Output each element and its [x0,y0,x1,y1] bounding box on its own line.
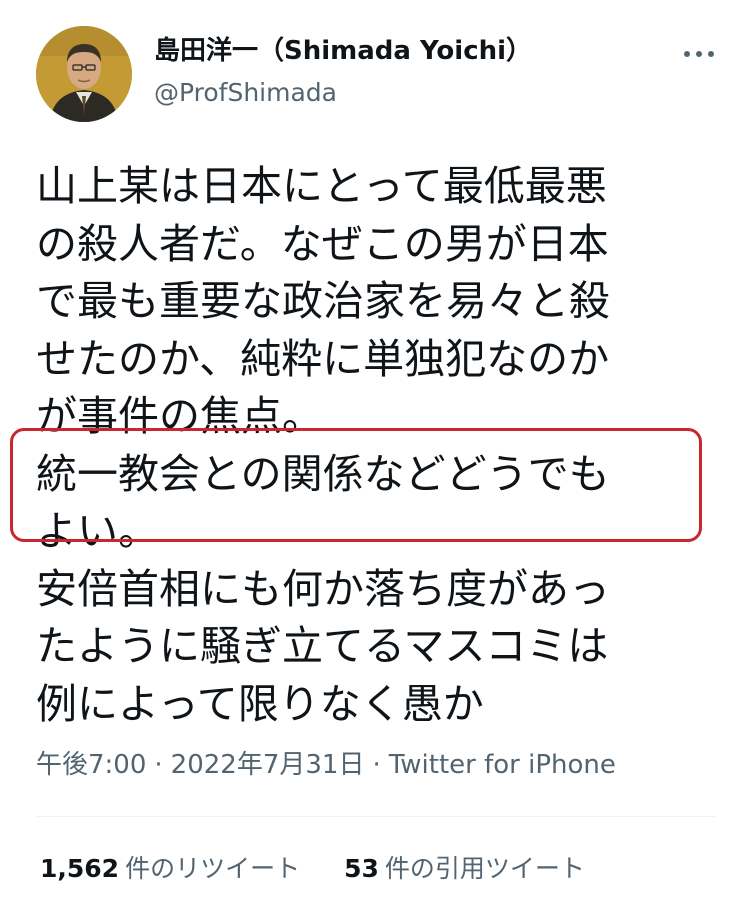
tweet-time[interactable]: 午後7:00 [36,750,146,780]
tweet-text-line: 安倍首相にも何か落ち度があっ [36,564,610,613]
tweet-text-line: せたのか、純粋に単独犯なのか [36,334,610,383]
tweet-text-line: で最も重要な政治家を易々と殺 [36,277,610,325]
tweet-meta: 午後7:00 · 2022年7月31日 · Twitter for iPhone [36,747,616,783]
tweet-source-link[interactable]: Twitter for iPhone [389,750,616,780]
user-info: 島田洋一（Shimada Yoichi） @ProfShimada [154,34,674,108]
retweets-stat[interactable]: 1,562 件のリツイート [40,852,300,886]
quote-tweets-label: 件の引用ツイート [384,854,585,883]
tweet-text-line: の殺人者だ。なぜこの男が日本 [36,219,609,268]
avatar[interactable] [36,26,132,122]
quote-tweets-count: 53 [344,854,379,883]
profile-photo-icon [36,26,132,122]
retweets-count: 1,562 [40,854,120,883]
tweet-date[interactable]: 2022年7月31日 [171,750,365,780]
retweets-label: 件のリツイート [125,854,301,883]
tweet-text-line: よい。 [36,507,159,555]
quote-tweets-stat[interactable]: 53 件の引用ツイート [344,852,585,886]
tweet-text: 山上某は日本にとって最低最悪 の殺人者だ。なぜこの男が日本 で最も重要な政治家を… [36,158,706,733]
tweet-text-line: が事件の焦点。 [36,392,323,440]
more-horizontal-icon [684,51,714,57]
display-name[interactable]: 島田洋一（Shimada Yoichi） [154,34,674,68]
meta-separator: · [372,750,381,780]
tweet-text-line: 統一教会との関係などどうでも [36,449,610,498]
tweet-text-line: 例によって限りなく愚か [36,679,484,728]
user-handle[interactable]: @ProfShimada [154,78,674,108]
tweet-text-line: 山上某は日本にとって最低最悪 [36,162,607,210]
divider [36,816,716,817]
meta-separator: · [154,750,163,780]
more-options-button[interactable] [682,44,716,64]
tweet-text-line: たように騒ぎ立てるマスコミは [36,622,609,670]
tweet-stats: 1,562 件のリツイート 53 件の引用ツイート [40,852,629,886]
tweet-header: 島田洋一（Shimada Yoichi） @ProfShimada [36,26,716,126]
tweet-card: 島田洋一（Shimada Yoichi） @ProfShimada 山上某は日本… [0,0,750,903]
